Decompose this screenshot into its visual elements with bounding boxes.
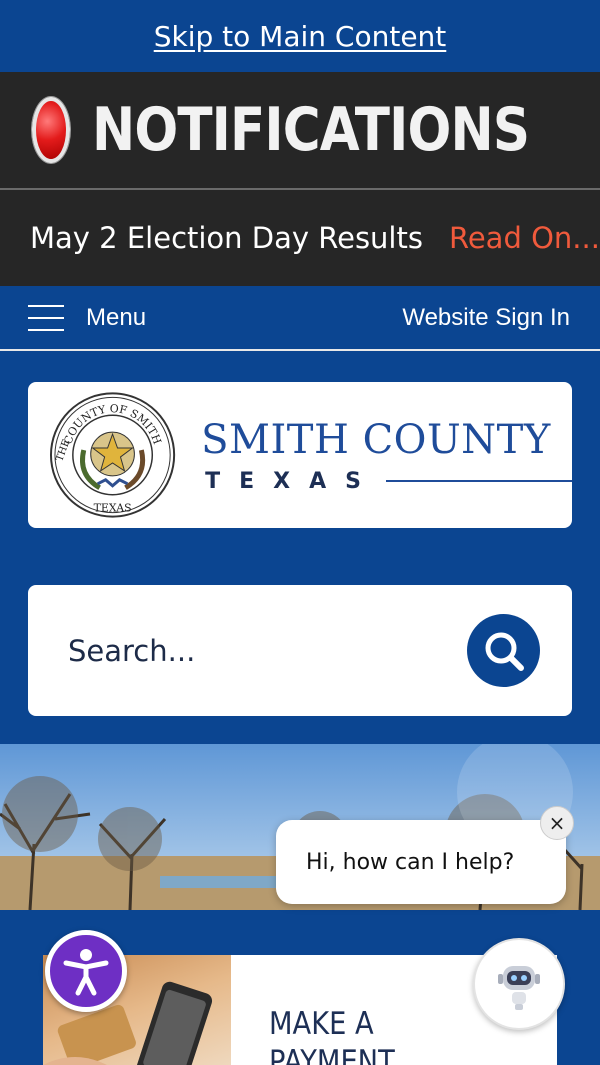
top-nav: Menu Website Sign In xyxy=(0,286,600,351)
chat-close-button[interactable]: × xyxy=(540,806,574,840)
logo-rule xyxy=(386,480,572,482)
skip-to-main-link[interactable]: Skip to Main Content xyxy=(154,20,447,53)
menu-button[interactable]: Menu xyxy=(28,304,146,332)
robot-icon xyxy=(498,966,540,1010)
chat-greeting-bubble[interactable]: Hi, how can I help? xyxy=(276,820,566,904)
county-logo[interactable]: COUNTY OF SMITH THE TEXAS SMITH COUNTY T… xyxy=(28,382,572,528)
alert-dot-icon xyxy=(32,97,70,163)
notifications-bar[interactable]: NOTIFICATIONS xyxy=(0,72,600,190)
county-seal-icon: COUNTY OF SMITH THE TEXAS xyxy=(49,392,176,518)
chatbot-button[interactable] xyxy=(473,938,565,1030)
state-name: TEXAS xyxy=(205,468,380,494)
hamburger-icon xyxy=(28,304,64,331)
website-sign-in-link[interactable]: Website Sign In xyxy=(402,304,570,332)
search-button[interactable] xyxy=(467,614,540,687)
search-icon xyxy=(485,632,524,671)
payment-title-line2: PAYMENT xyxy=(269,1044,395,1065)
accessibility-icon xyxy=(63,949,109,996)
make-a-payment-title: MAKE A PAYMENT xyxy=(269,1005,395,1065)
alert-read-on-link[interactable]: Read On... xyxy=(449,221,600,255)
skip-bar: Skip to Main Content xyxy=(0,0,600,72)
menu-label: Menu xyxy=(86,303,147,331)
svg-text:TEXAS: TEXAS xyxy=(94,502,132,515)
alert-ticker: May 2 Election Day Results Read On... xyxy=(0,190,600,286)
search-input[interactable] xyxy=(68,633,428,668)
accessibility-button[interactable] xyxy=(45,930,127,1012)
search-box xyxy=(28,585,572,716)
notifications-title: NOTIFICATIONS xyxy=(91,95,530,165)
county-name: SMITH COUNTY xyxy=(201,416,551,463)
alert-message: May 2 Election Day Results xyxy=(30,221,423,255)
payment-title-line1: MAKE A xyxy=(269,1006,374,1042)
chat-greeting-text: Hi, how can I help? xyxy=(306,849,515,875)
